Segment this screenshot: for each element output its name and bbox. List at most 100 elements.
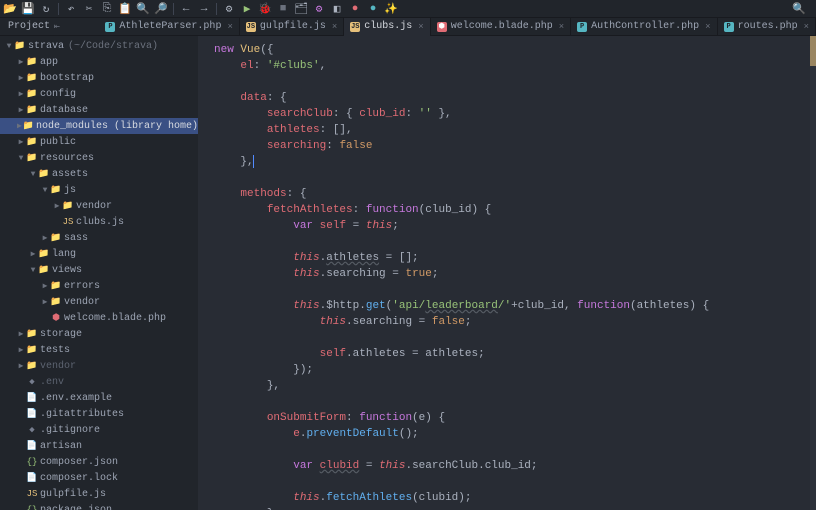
forward-icon[interactable]: → xyxy=(198,3,210,15)
tab-label: AuthController.php xyxy=(591,21,699,32)
tree-file[interactable]: {}package.json xyxy=(0,502,198,510)
tree-folder[interactable]: ▶📁node_modules (library home) xyxy=(0,118,198,134)
expand-arrow-icon[interactable]: ▼ xyxy=(4,42,14,51)
search-everywhere-icon[interactable]: 🔍 xyxy=(786,2,812,16)
expand-arrow-icon[interactable]: ▶ xyxy=(28,249,38,259)
editor-tabs: PAthleteParser.php×JSgulpfile.js×JSclubs… xyxy=(99,18,816,36)
tree-file[interactable]: ◆.gitignore xyxy=(0,422,198,438)
stop-icon[interactable]: ■ xyxy=(277,3,289,15)
profile-icon[interactable]: 🗂 xyxy=(295,3,307,15)
tree-folder[interactable]: ▼📁views xyxy=(0,262,198,278)
debug-icon[interactable]: 🐞 xyxy=(259,3,271,15)
db-green-icon[interactable]: ● xyxy=(367,3,379,15)
tree-file[interactable]: 📄.gitattributes xyxy=(0,406,198,422)
expand-arrow-icon[interactable]: ▶ xyxy=(16,361,26,371)
back-icon[interactable]: ← xyxy=(180,3,192,15)
code-content[interactable]: new Vue({ el: '#clubs', data: { searchCl… xyxy=(198,42,816,510)
expand-arrow-icon[interactable]: ▶ xyxy=(16,89,26,99)
editor-tab[interactable]: ⬢welcome.blade.php× xyxy=(431,18,571,36)
tree-file[interactable]: 📄composer.lock xyxy=(0,470,198,486)
project-tree[interactable]: ▼📁strava(~/Code/strava)▶📁app▶📁bootstrap▶… xyxy=(0,36,198,510)
wand-icon[interactable]: ✨ xyxy=(385,3,397,15)
expand-arrow-icon[interactable]: ▶ xyxy=(40,297,50,307)
tree-file[interactable]: {}composer.json xyxy=(0,454,198,470)
tree-folder[interactable]: ▶📁sass xyxy=(0,230,198,246)
js-file-icon: JS xyxy=(246,22,256,32)
undo-icon[interactable]: ↶ xyxy=(65,3,77,15)
collapse-icon[interactable]: ⇤ xyxy=(54,21,60,33)
tree-folder[interactable]: ▼📁strava(~/Code/strava) xyxy=(0,38,198,54)
find-icon[interactable]: 🔍 xyxy=(137,3,149,15)
run-icon[interactable]: ▶ xyxy=(241,3,253,15)
save-icon[interactable]: 💾 xyxy=(22,3,34,15)
tree-folder[interactable]: ▶📁app xyxy=(0,54,198,70)
folder-icon: 📁 xyxy=(38,249,50,259)
editor-tab[interactable]: Proutes.php× xyxy=(718,18,816,36)
tree-folder[interactable]: ▶📁vendor xyxy=(0,198,198,214)
scrollbar-thumb[interactable] xyxy=(810,36,816,66)
tree-folder[interactable]: ▶📁tests xyxy=(0,342,198,358)
editor-tab[interactable]: PAthleteParser.php× xyxy=(99,18,239,36)
open-icon[interactable]: 📂 xyxy=(4,3,16,15)
tree-label: package.json xyxy=(38,505,112,510)
expand-arrow-icon[interactable]: ▼ xyxy=(40,186,50,195)
tree-folder[interactable]: ▶📁bootstrap xyxy=(0,70,198,86)
expand-arrow-icon[interactable]: ▼ xyxy=(28,266,38,275)
refresh-icon[interactable]: ↻ xyxy=(40,3,52,15)
close-icon[interactable]: × xyxy=(418,22,423,32)
expand-arrow-icon[interactable]: ▶ xyxy=(16,57,26,67)
expand-arrow-icon[interactable]: ▼ xyxy=(16,154,26,163)
editor-tab[interactable]: JSclubs.js× xyxy=(344,18,430,36)
close-icon[interactable]: × xyxy=(332,22,337,32)
tree-label: assets xyxy=(50,169,88,180)
editor-tab[interactable]: JSgulpfile.js× xyxy=(240,18,344,36)
tree-folder[interactable]: ▶📁storage xyxy=(0,326,198,342)
tree-folder[interactable]: ▼📁assets xyxy=(0,166,198,182)
copy-icon[interactable]: ⎘ xyxy=(101,3,113,15)
build-icon[interactable]: ⚙ xyxy=(223,3,235,15)
db-red-icon[interactable]: ● xyxy=(349,3,361,15)
expand-arrow-icon[interactable]: ▼ xyxy=(28,170,38,179)
expand-arrow-icon[interactable]: ▶ xyxy=(16,137,26,147)
tree-folder[interactable]: ▼📁resources xyxy=(0,150,198,166)
scrollbar-track[interactable] xyxy=(810,36,816,510)
cut-icon[interactable]: ✂ xyxy=(83,3,95,15)
close-icon[interactable]: × xyxy=(804,22,809,32)
code-editor[interactable]: new Vue({ el: '#clubs', data: { searchCl… xyxy=(198,36,816,510)
expand-arrow-icon[interactable]: ▶ xyxy=(16,345,26,355)
tree-file[interactable]: ◆.env xyxy=(0,374,198,390)
git-icon: ◆ xyxy=(26,425,38,435)
tree-folder[interactable]: ▶📁errors xyxy=(0,278,198,294)
tree-folder[interactable]: ▶📁lang xyxy=(0,246,198,262)
tree-folder[interactable]: ▶📁database xyxy=(0,102,198,118)
main-toolbar: 📂 💾 ↻ ↶ ✂ ⎘ 📋 🔍 🔎 ← → ⚙ ▶ 🐞 ■ 🗂 ⚙ ◧ ● ● … xyxy=(0,0,816,18)
tree-file[interactable]: 📄artisan xyxy=(0,438,198,454)
structure-icon[interactable]: ◧ xyxy=(331,3,343,15)
tree-folder[interactable]: ▶📁vendor xyxy=(0,358,198,374)
paste-icon[interactable]: 📋 xyxy=(119,3,131,15)
expand-arrow-icon[interactable]: ▶ xyxy=(40,233,50,243)
replace-icon[interactable]: 🔎 xyxy=(155,3,167,15)
tree-folder[interactable]: ▶📁vendor xyxy=(0,294,198,310)
tree-folder[interactable]: ▼📁js xyxy=(0,182,198,198)
tree-folder[interactable]: ▶📁config xyxy=(0,86,198,102)
expand-arrow-icon[interactable]: ▶ xyxy=(16,329,26,339)
expand-arrow-icon[interactable]: ▶ xyxy=(16,105,26,115)
expand-arrow-icon[interactable]: ▶ xyxy=(40,281,50,291)
close-icon[interactable]: × xyxy=(705,22,710,32)
tree-folder[interactable]: ▶📁public xyxy=(0,134,198,150)
expand-arrow-icon[interactable]: ▶ xyxy=(52,201,62,211)
settings-icon[interactable]: ⚙ xyxy=(313,3,325,15)
tree-file[interactable]: 📄.env.example xyxy=(0,390,198,406)
json-icon: {} xyxy=(26,457,38,467)
tree-file[interactable]: JSclubs.js xyxy=(0,214,198,230)
blade-file-icon: ⬢ xyxy=(437,22,447,32)
tree-file[interactable]: JSgulpfile.js xyxy=(0,486,198,502)
close-icon[interactable]: × xyxy=(559,22,564,32)
close-icon[interactable]: × xyxy=(227,22,232,32)
tree-file[interactable]: ⬢welcome.blade.php xyxy=(0,310,198,326)
editor-tab[interactable]: PAuthController.php× xyxy=(571,18,717,36)
expand-arrow-icon[interactable]: ▶ xyxy=(16,121,23,131)
expand-arrow-icon[interactable]: ▶ xyxy=(16,73,26,83)
project-tool-label[interactable]: Project ⇤ xyxy=(0,21,99,33)
